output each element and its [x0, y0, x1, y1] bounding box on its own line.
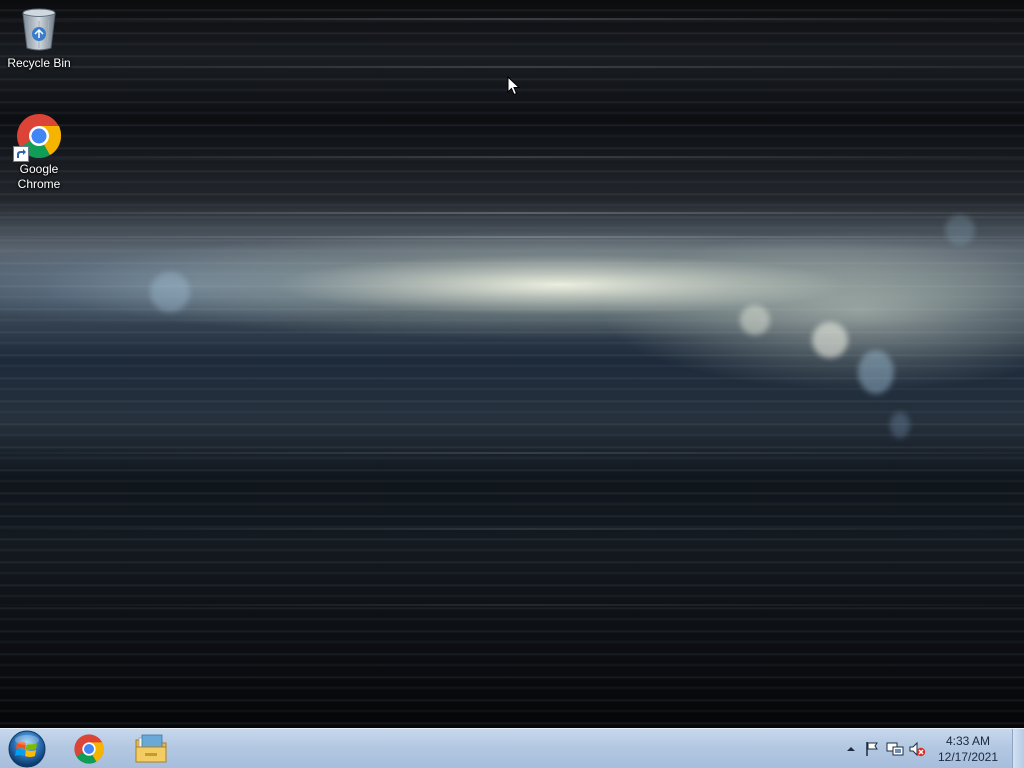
- folder-icon: [135, 734, 167, 763]
- show-hidden-icons-arrow[interactable]: [845, 743, 857, 755]
- wallpaper-streak: [0, 66, 1024, 68]
- clock-date: 12/17/2021: [937, 750, 999, 764]
- chrome-icon: [13, 112, 63, 162]
- wallpaper-bokeh: [740, 305, 770, 335]
- windows-logo-icon: [8, 730, 46, 768]
- wallpaper-streak: [0, 528, 1024, 530]
- clock-time: 4:33 AM: [945, 734, 991, 748]
- wallpaper-bokeh: [812, 322, 848, 358]
- shortcut-arrow-icon: [13, 146, 29, 162]
- wallpaper-bokeh: [945, 215, 975, 245]
- wallpaper-streak: [0, 18, 1024, 20]
- taskbar: 4:33 AM 12/17/2021: [0, 728, 1024, 768]
- wallpaper-bokeh: [858, 350, 894, 394]
- clock[interactable]: 4:33 AM 12/17/2021: [932, 733, 1004, 765]
- wallpaper-bokeh: [890, 412, 910, 438]
- recycle-bin-icon: [15, 6, 63, 54]
- desktop-icon-google-chrome[interactable]: Google Chrome: [1, 112, 77, 192]
- wallpaper-bokeh: [150, 272, 190, 312]
- wallpaper-streak: [0, 236, 1024, 238]
- network-icon[interactable]: [886, 741, 904, 757]
- recycle-bin-label: Recycle Bin: [7, 56, 71, 70]
- desktop[interactable]: Recycle Bin Google Chrome 4:33 AM 12/17/…: [0, 0, 1024, 768]
- volume-muted-icon[interactable]: [908, 741, 926, 757]
- system-tray: 4:33 AM 12/17/2021: [834, 729, 1024, 768]
- chrome-icon: [74, 734, 104, 764]
- google-chrome-label-line1: Google: [19, 162, 59, 176]
- wallpaper-streak: [0, 604, 1024, 606]
- wallpaper-streak: [0, 156, 1024, 158]
- action-center-flag-icon[interactable]: [864, 741, 882, 757]
- taskbar-explorer-button[interactable]: [122, 731, 180, 767]
- show-desktop-button[interactable]: [1012, 729, 1024, 768]
- mouse-cursor-icon: [507, 76, 521, 96]
- start-button[interactable]: [5, 730, 49, 768]
- taskbar-chrome-button[interactable]: [60, 731, 118, 767]
- wallpaper-streak: [0, 212, 1024, 214]
- google-chrome-label-line2: Chrome: [17, 177, 61, 191]
- wallpaper-streak: [0, 452, 1024, 454]
- desktop-icon-recycle-bin[interactable]: Recycle Bin: [1, 6, 77, 71]
